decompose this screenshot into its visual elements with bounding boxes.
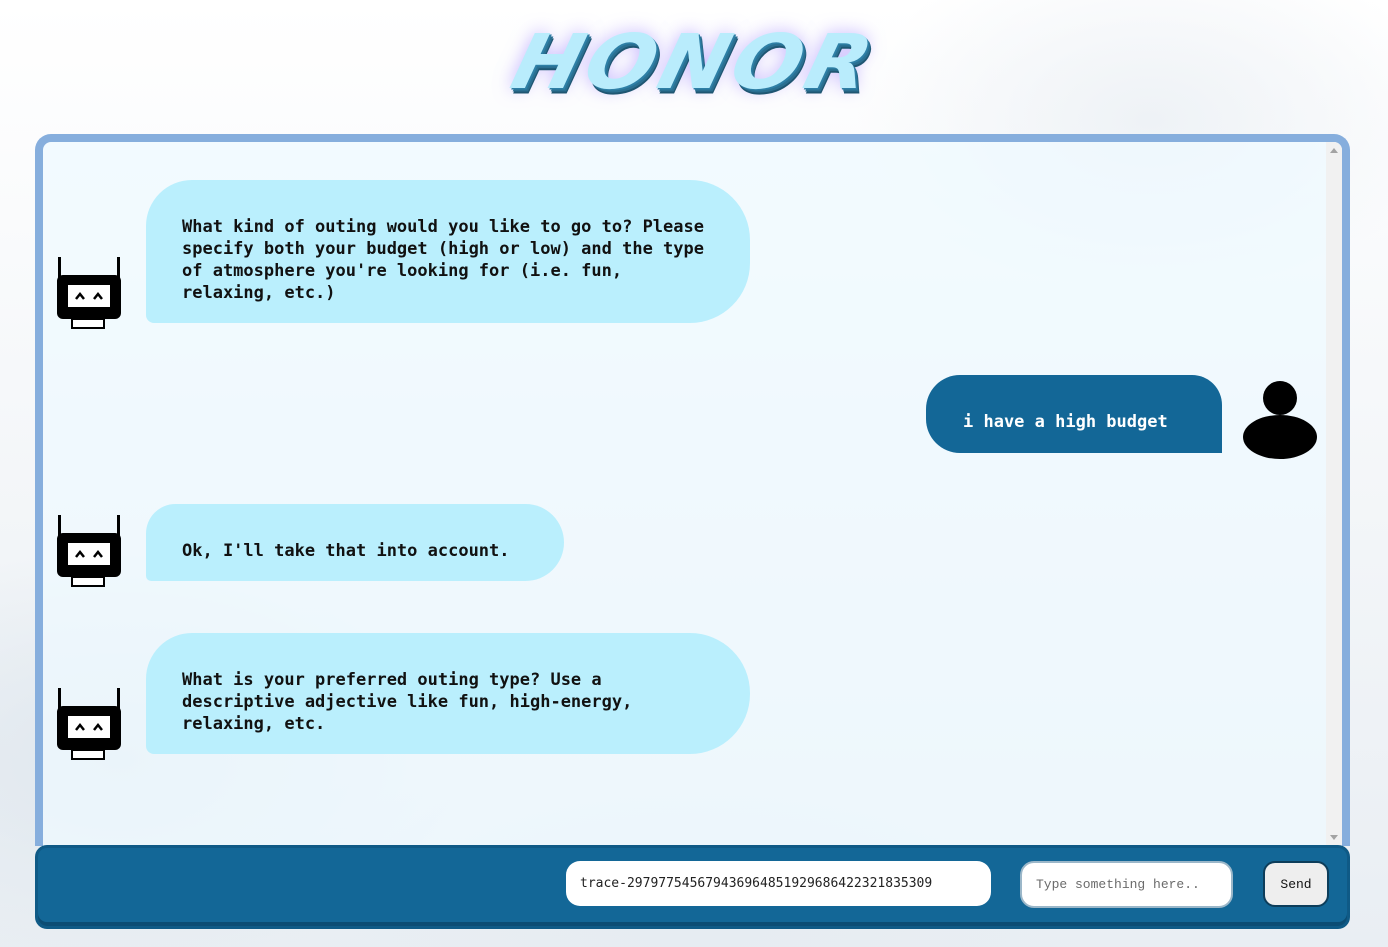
message-list: What kind of outing would you like to go… <box>43 142 1318 846</box>
robot-icon <box>57 515 121 587</box>
bot-message-bubble: What kind of outing would you like to go… <box>146 180 750 323</box>
send-button[interactable]: Send <box>1263 861 1329 907</box>
logo-text: HONOR <box>503 18 885 107</box>
input-bar: Send <box>35 845 1350 929</box>
scroll-down-arrow-icon[interactable] <box>1330 835 1338 840</box>
bot-message-bubble: Ok, I'll take that into account. <box>146 504 564 581</box>
chat-scrollbar[interactable] <box>1326 142 1342 846</box>
robot-icon <box>57 688 121 760</box>
app-logo: HONOR <box>0 18 1388 108</box>
chat-window: What kind of outing would you like to go… <box>35 134 1350 846</box>
user-message-bubble: i have a high budget <box>926 375 1222 453</box>
message-input[interactable] <box>1020 861 1233 908</box>
robot-icon <box>57 257 121 329</box>
user-icon <box>1243 381 1317 459</box>
bot-message-bubble: What is your preferred outing type? Use … <box>146 633 750 754</box>
scroll-up-arrow-icon[interactable] <box>1330 148 1338 153</box>
trace-id-field[interactable] <box>566 861 991 906</box>
